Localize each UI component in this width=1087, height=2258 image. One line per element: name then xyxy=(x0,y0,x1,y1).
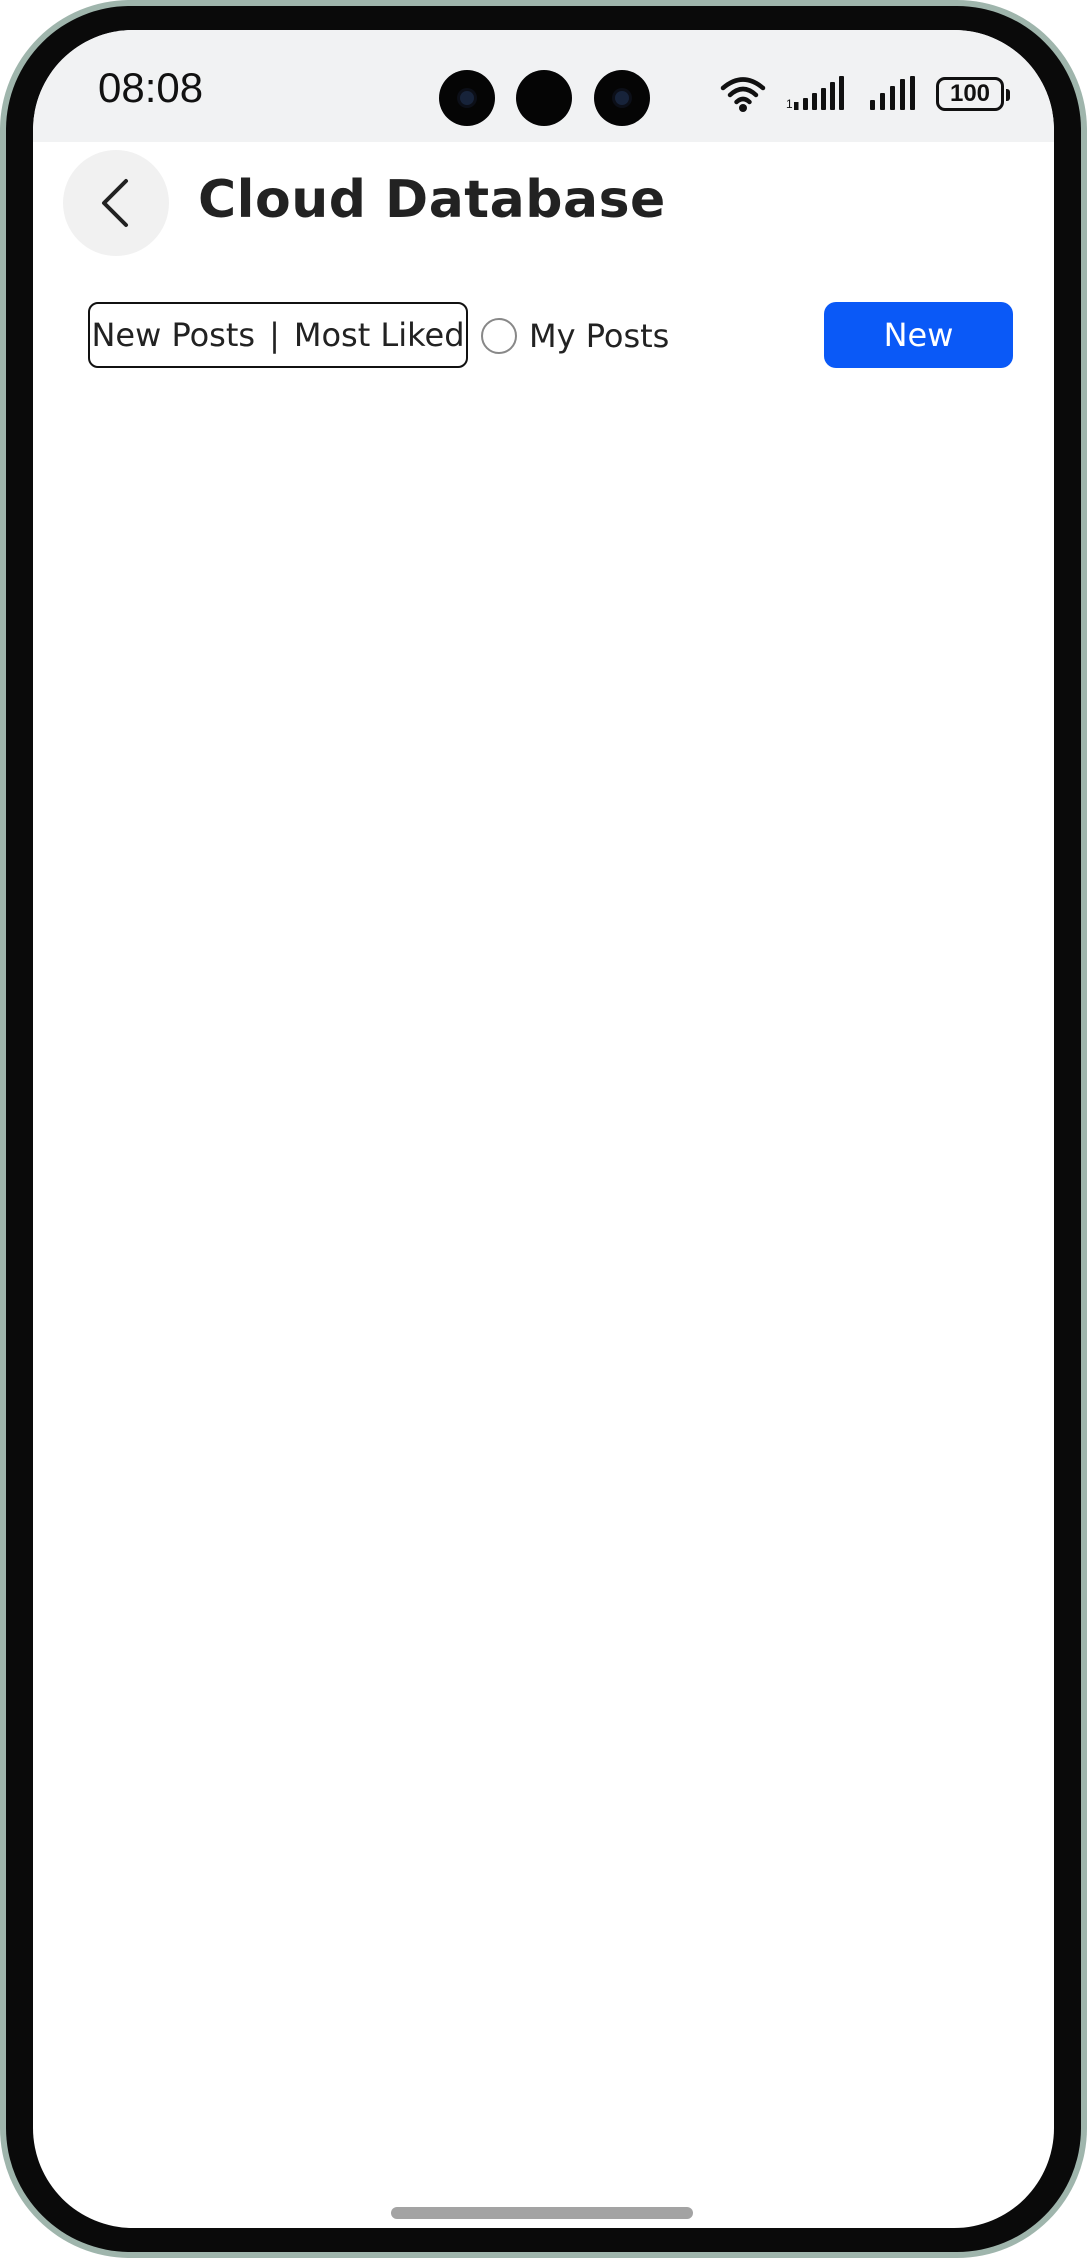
signal-icon-1: 1 xyxy=(786,76,844,111)
chevron-left-icon xyxy=(102,179,128,227)
sort-option-new-posts[interactable]: New Posts xyxy=(91,316,255,354)
battery-level: 100 xyxy=(949,80,991,107)
sort-option-most-liked[interactable]: Most Liked xyxy=(294,316,465,354)
signal-icon-2 xyxy=(870,76,915,110)
my-posts-radio[interactable] xyxy=(481,318,517,354)
new-post-button[interactable]: New xyxy=(824,302,1013,368)
sort-separator: | xyxy=(269,316,280,354)
status-bar: 08:08 1 100 xyxy=(33,30,1054,142)
wifi-icon xyxy=(720,77,766,112)
camera-lens-icon xyxy=(439,70,495,126)
toolbar: New Posts | Most Liked My Posts New xyxy=(33,302,1054,372)
my-posts-label: My Posts xyxy=(529,317,670,355)
status-icons: 1 100 xyxy=(720,72,1010,116)
page-title: Cloud Database xyxy=(198,170,666,230)
camera-sensor-icon xyxy=(516,70,572,126)
status-time: 08:08 xyxy=(98,64,204,111)
back-button[interactable] xyxy=(63,150,169,256)
sort-toggle[interactable]: New Posts | Most Liked xyxy=(88,302,468,368)
battery-icon: 100 xyxy=(936,77,1010,111)
screen: 08:08 1 100 Cloud Database New Posts | M… xyxy=(33,30,1054,2228)
my-posts-filter[interactable]: My Posts xyxy=(481,310,669,362)
svg-text:1: 1 xyxy=(786,97,793,111)
camera-lens-icon xyxy=(594,70,650,126)
home-indicator[interactable] xyxy=(391,2207,693,2219)
